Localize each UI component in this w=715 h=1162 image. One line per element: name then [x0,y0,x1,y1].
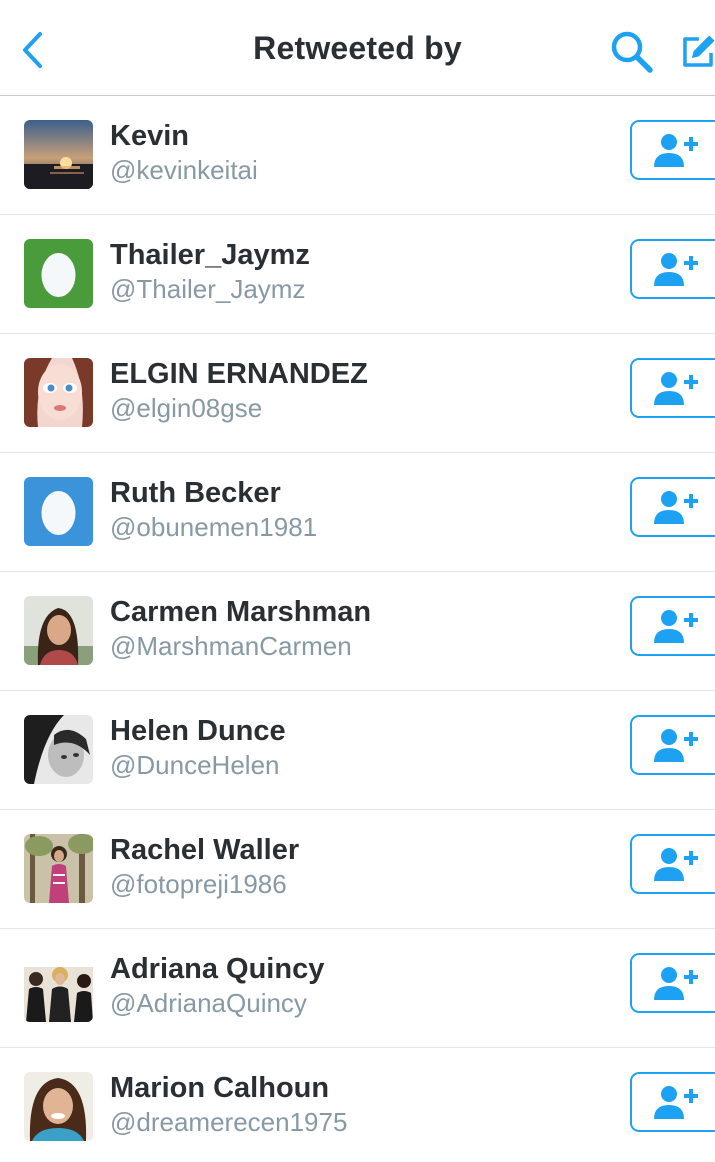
follow-button[interactable] [630,834,715,894]
avatar[interactable] [24,239,93,308]
user-handle: @AdrianaQuincy [110,988,307,1018]
smiling-portrait-avatar-image [24,1072,93,1141]
follow-user-icon [654,372,698,405]
default-egg-avatar [24,239,93,308]
avatar[interactable] [24,120,93,189]
user-display-name: Thailer_Jaymz [110,239,310,271]
user-display-name: Marion Calhoun [110,1072,330,1104]
follow-user-icon [654,610,698,643]
navigation-bar: Retweeted by [0,0,715,96]
follow-button[interactable] [630,120,715,180]
avatar[interactable] [24,834,93,903]
follow-button[interactable] [630,1072,715,1132]
avatar[interactable] [24,596,93,665]
compose-icon [683,35,715,67]
user-row[interactable]: Carmen Marshman @MarshmanCarmen [0,572,715,691]
retweeter-list: Kevin @kevinkeitai Thailer_Jaymz @Thaile… [0,96,715,1162]
user-row[interactable]: Thailer_Jaymz @Thailer_Jaymz [0,215,715,334]
bw-portrait-avatar-image [24,715,93,784]
sunset-avatar-image [24,120,93,189]
follow-button[interactable] [630,477,715,537]
user-row[interactable]: Ruth Becker @obunemen1981 [0,453,715,572]
cartoon-doll-avatar [24,358,93,427]
user-row[interactable]: Helen Dunce @DunceHelen [0,691,715,810]
follow-button[interactable] [630,715,715,775]
user-handle: @MarshmanCarmen [110,631,352,661]
search-button[interactable] [606,26,658,78]
default-egg-avatar [24,477,93,546]
follow-user-icon [654,967,698,1000]
user-handle: @dreamerecen1975 [110,1107,348,1137]
user-display-name: Helen Dunce [110,715,286,747]
user-handle: @Thailer_Jaymz [110,274,306,304]
compose-button[interactable] [678,26,715,78]
follow-user-icon [654,253,698,286]
user-row[interactable]: Rachel Waller @fotopreji1986 [0,810,715,929]
user-display-name: Rachel Waller [110,834,300,866]
follow-user-icon [654,1086,698,1119]
avatar[interactable] [24,477,93,546]
search-icon [611,31,653,73]
follow-button[interactable] [630,358,715,418]
user-row[interactable]: Marion Calhoun @dreamerecen1975 [0,1048,715,1162]
avatar[interactable] [24,715,93,784]
user-row[interactable]: Kevin @kevinkeitai [0,96,715,215]
user-handle: @elgin08gse [110,393,263,423]
follow-button[interactable] [630,953,715,1013]
avatar[interactable] [24,1072,93,1141]
follow-button[interactable] [630,239,715,299]
user-display-name: Kevin [110,120,189,152]
follow-user-icon [654,729,698,762]
user-display-name: ELGIN ERNANDEZ [110,358,368,390]
user-display-name: Carmen Marshman [110,596,372,628]
avatar[interactable] [24,358,93,427]
user-handle: @obunemen1981 [110,512,318,542]
user-handle: @DunceHelen [110,750,280,780]
user-row[interactable]: ELGIN ERNANDEZ @elgin08gse [0,334,715,453]
user-row[interactable]: Adriana Quincy @AdrianaQuincy [0,929,715,1048]
user-display-name: Adriana Quincy [110,953,325,985]
user-handle: @fotopreji1986 [110,869,287,899]
forest-portrait-avatar-image [24,834,93,903]
user-handle: @kevinkeitai [110,155,258,185]
follow-user-icon [654,134,698,167]
follow-button[interactable] [630,596,715,656]
follow-user-icon [654,491,698,524]
avatar[interactable] [24,953,93,1022]
follow-user-icon [654,848,698,881]
portrait-avatar-image [24,596,93,665]
group-photo-avatar-image [24,953,93,1022]
user-display-name: Ruth Becker [110,477,281,509]
